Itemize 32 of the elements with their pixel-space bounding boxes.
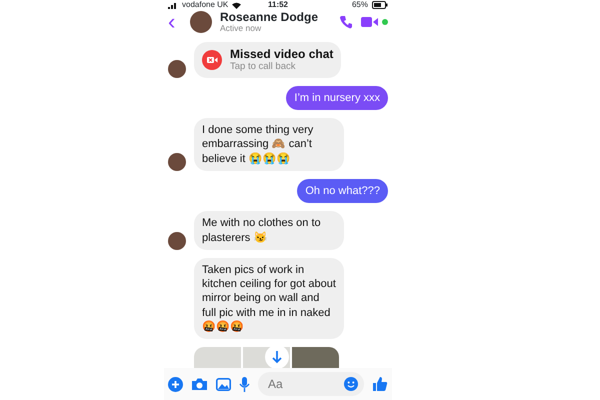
emoji-icon[interactable] (344, 377, 358, 391)
carrier-name: vodafone UK (182, 0, 228, 10)
message-bubble: Oh no what??? (297, 178, 388, 204)
message-bubble: I’m in nursery xxx (286, 86, 388, 110)
avatar-circle (168, 60, 186, 78)
call-subtitle: Tap to call back (230, 61, 296, 73)
video-camera-icon[interactable] (361, 16, 379, 28)
wifi-icon (232, 2, 242, 8)
contact-name: Roseanne Dodge (220, 11, 320, 24)
back-button[interactable]: ‹ (168, 12, 182, 32)
message-bubble: Taken pics of work in kitchen ceiling for got about mirror being on wall and full pic with me in in naked 🤬🤬🤬 (194, 258, 344, 340)
message-bubble: I done some thing very embarrassing 🙈 can’t believe it 😭😭😭 (194, 118, 344, 171)
missed-video-icon (202, 50, 222, 70)
signal-icon (168, 2, 178, 8)
plus-icon[interactable] (168, 376, 183, 392)
missed-call-bubble[interactable]: Missed video chat Tap to call back (194, 42, 342, 78)
battery-icon (372, 1, 388, 9)
avatar-circle (190, 11, 212, 33)
phone-icon[interactable] (339, 15, 353, 29)
message-bubble: Me with no clothes on to plasterers 😼 (194, 211, 344, 250)
image-icon[interactable] (216, 378, 231, 390)
scroll-down-icon[interactable] (265, 345, 289, 368)
battery-percent: 65% (352, 0, 368, 10)
avatar-circle (168, 232, 186, 250)
microphone-icon[interactable] (239, 376, 250, 392)
avatar-circle (168, 152, 186, 171)
message-input[interactable]: Aa (258, 372, 364, 396)
thumbs-up-icon[interactable] (372, 376, 388, 392)
status-time: 11:52 (266, 0, 290, 10)
camera-icon[interactable] (191, 377, 208, 391)
call-title: Missed video chat (230, 47, 334, 62)
presence-status: Active now (220, 24, 262, 33)
